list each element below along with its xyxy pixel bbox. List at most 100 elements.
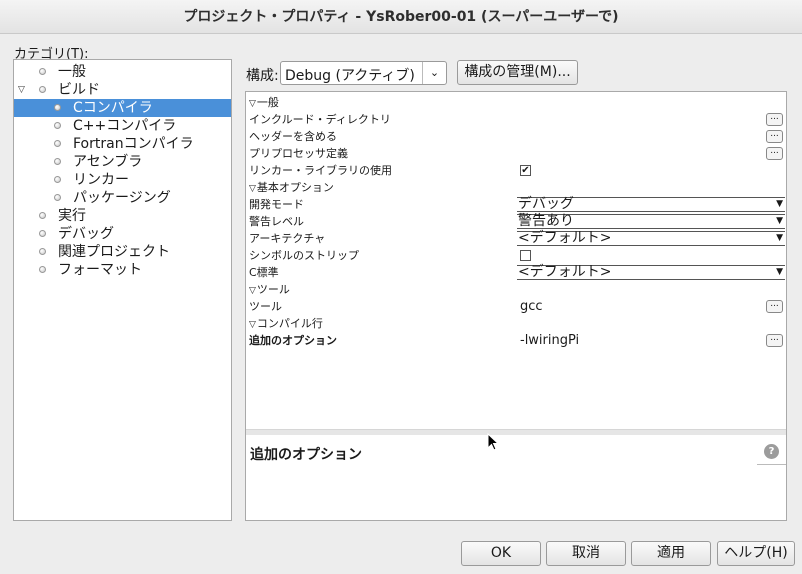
property-name: ツール — [249, 298, 282, 315]
tree-item[interactable]: デバッグ — [14, 225, 231, 243]
property-select[interactable]: <デフォルト> ▼ — [517, 265, 785, 280]
property-name-text: 追加のオプション — [249, 334, 337, 347]
dropdown-arrow-icon[interactable]: ▼ — [776, 232, 783, 245]
tree-item[interactable]: 実行 — [14, 207, 231, 225]
property-name: 追加のオプション — [249, 332, 337, 349]
property-value: 警告あり — [518, 213, 574, 229]
dropdown-arrow-icon[interactable]: ▼ — [776, 266, 783, 279]
property-checkbox[interactable]: ✔ — [520, 165, 531, 176]
ok-button[interactable]: OK — [461, 541, 541, 566]
property-row[interactable]: ツール gcc... — [246, 298, 786, 315]
bullet-icon — [54, 140, 61, 147]
ellipsis-button[interactable]: ... — [766, 113, 783, 126]
property-name-text: C標準 — [249, 266, 279, 279]
property-section[interactable]: ▽ツール — [246, 281, 786, 298]
property-value: <デフォルト> — [518, 264, 612, 280]
config-label: 構成: — [246, 68, 279, 84]
tree-item-label: 実行 — [58, 208, 86, 224]
tree-item[interactable]: フォーマット — [14, 261, 231, 279]
config-selected-value: Debug (アクティブ) — [285, 68, 415, 84]
tree-item-label: C++コンパイラ — [73, 118, 177, 134]
ellipsis-button[interactable]: ... — [766, 147, 783, 160]
property-section[interactable]: ▽基本オプション — [246, 179, 786, 196]
tree-item[interactable]: Fortranコンパイラ — [14, 135, 231, 153]
property-name-text: 一般 — [256, 96, 279, 109]
bullet-icon — [54, 194, 61, 201]
help-button[interactable]: ヘルプ(H) — [717, 541, 795, 566]
bullet-icon — [54, 122, 61, 129]
dropdown-arrow-icon[interactable]: ▼ — [776, 198, 783, 211]
bullet-icon — [54, 158, 61, 165]
tree-item[interactable]: 関連プロジェクト — [14, 243, 231, 261]
ellipsis-button[interactable]: ... — [766, 130, 783, 143]
property-name: C標準 — [249, 264, 279, 281]
tree-item-label: デバッグ — [58, 226, 114, 242]
property-section[interactable]: ▽一般 — [246, 94, 786, 111]
property-row[interactable]: インクルード・ディレクトリ... — [246, 111, 786, 128]
property-name: 開発モード — [249, 196, 304, 213]
bullet-icon — [39, 212, 46, 219]
tree-item[interactable]: Cコンパイラ — [14, 99, 231, 117]
apply-button[interactable]: 適用 — [631, 541, 711, 566]
bullet-icon — [39, 266, 46, 273]
property-name-text: ツール — [249, 300, 282, 313]
property-name-text: インクルード・ディレクトリ — [249, 113, 391, 126]
property-section[interactable]: ▽コンパイル行 — [246, 315, 786, 332]
divider — [757, 464, 786, 465]
property-name-text: 警告レベル — [249, 215, 304, 228]
mouse-pointer-icon — [487, 433, 500, 451]
property-name: アーキテクチャ — [249, 230, 325, 247]
tree-item-label: 関連プロジェクト — [58, 244, 170, 260]
collapse-icon[interactable]: ▽ — [18, 81, 25, 99]
property-row[interactable]: リンカー・ライブラリの使用 ✔ — [246, 162, 786, 179]
dropdown-arrow-icon[interactable]: ▼ — [776, 215, 783, 228]
property-name-text: プリプロセッサ定義 — [249, 147, 348, 160]
property-row[interactable]: 開発モード デバッグ ▼ — [246, 196, 786, 213]
bullet-icon — [54, 104, 61, 111]
manage-config-button[interactable]: 構成の管理(M)... — [457, 60, 578, 85]
category-tree[interactable]: 一般 ▽ ビルド Cコンパイラ C++コンパイラ Fortranコンパイラ アセンブラ リンカ… — [13, 59, 232, 521]
collapse-icon[interactable]: ▽ — [249, 286, 256, 296]
tree-item[interactable]: ▽ ビルド — [14, 81, 231, 99]
chevron-down-icon[interactable]: ⌄ — [422, 62, 446, 84]
cancel-button[interactable]: 取消 — [546, 541, 626, 566]
property-row[interactable]: C標準 <デフォルト> ▼ — [246, 264, 786, 281]
ellipsis-button[interactable]: ... — [766, 300, 783, 313]
tree-item[interactable]: C++コンパイラ — [14, 117, 231, 135]
property-row[interactable]: ヘッダーを含める... — [246, 128, 786, 145]
property-value: gcc — [520, 299, 543, 314]
collapse-icon[interactable]: ▽ — [249, 184, 256, 194]
property-name-text: 基本オプション — [256, 181, 334, 194]
property-name: プリプロセッサ定義 — [249, 145, 348, 162]
tree-item[interactable]: リンカー — [14, 171, 231, 189]
collapse-icon[interactable]: ▽ — [249, 99, 256, 109]
help-icon[interactable]: ? — [764, 444, 779, 459]
property-name: インクルード・ディレクトリ — [249, 111, 391, 128]
property-row[interactable]: 警告レベル 警告あり ▼ — [246, 213, 786, 230]
tree-item-label: フォーマット — [58, 262, 142, 278]
tree-item[interactable]: アセンブラ — [14, 153, 231, 171]
collapse-icon[interactable]: ▽ — [249, 320, 256, 330]
property-row[interactable]: アーキテクチャ <デフォルト> ▼ — [246, 230, 786, 247]
property-name-text: ヘッダーを含める — [249, 130, 337, 143]
bullet-icon — [39, 248, 46, 255]
property-select[interactable]: <デフォルト> ▼ — [517, 231, 785, 246]
property-value: <デフォルト> — [518, 230, 612, 246]
config-select[interactable]: Debug (アクティブ) ⌄ — [280, 61, 447, 85]
property-select[interactable]: デバッグ ▼ — [517, 197, 785, 212]
property-row[interactable]: プリプロセッサ定義... — [246, 145, 786, 162]
tree-item[interactable]: 一般 — [14, 63, 231, 81]
property-value: -lwiringPi — [520, 333, 580, 348]
property-row[interactable]: シンボルのストリップ — [246, 247, 786, 264]
ellipsis-button[interactable]: ... — [766, 334, 783, 347]
property-name-text: アーキテクチャ — [249, 232, 326, 245]
property-name: ヘッダーを含める — [249, 128, 337, 145]
description-splitter[interactable] — [246, 429, 786, 435]
property-select[interactable]: 警告あり ▼ — [517, 214, 785, 229]
property-checkbox[interactable] — [520, 250, 531, 261]
property-row[interactable]: 追加のオプション -lwiringPi... — [246, 332, 786, 349]
tree-item[interactable]: パッケージング — [14, 189, 231, 207]
window-title: プロジェクト・プロパティ - YsRober00-01 (スーパーユーザーで) — [0, 0, 802, 34]
tree-item-label: パッケージング — [73, 190, 171, 206]
property-name: シンボルのストリップ — [249, 247, 359, 264]
